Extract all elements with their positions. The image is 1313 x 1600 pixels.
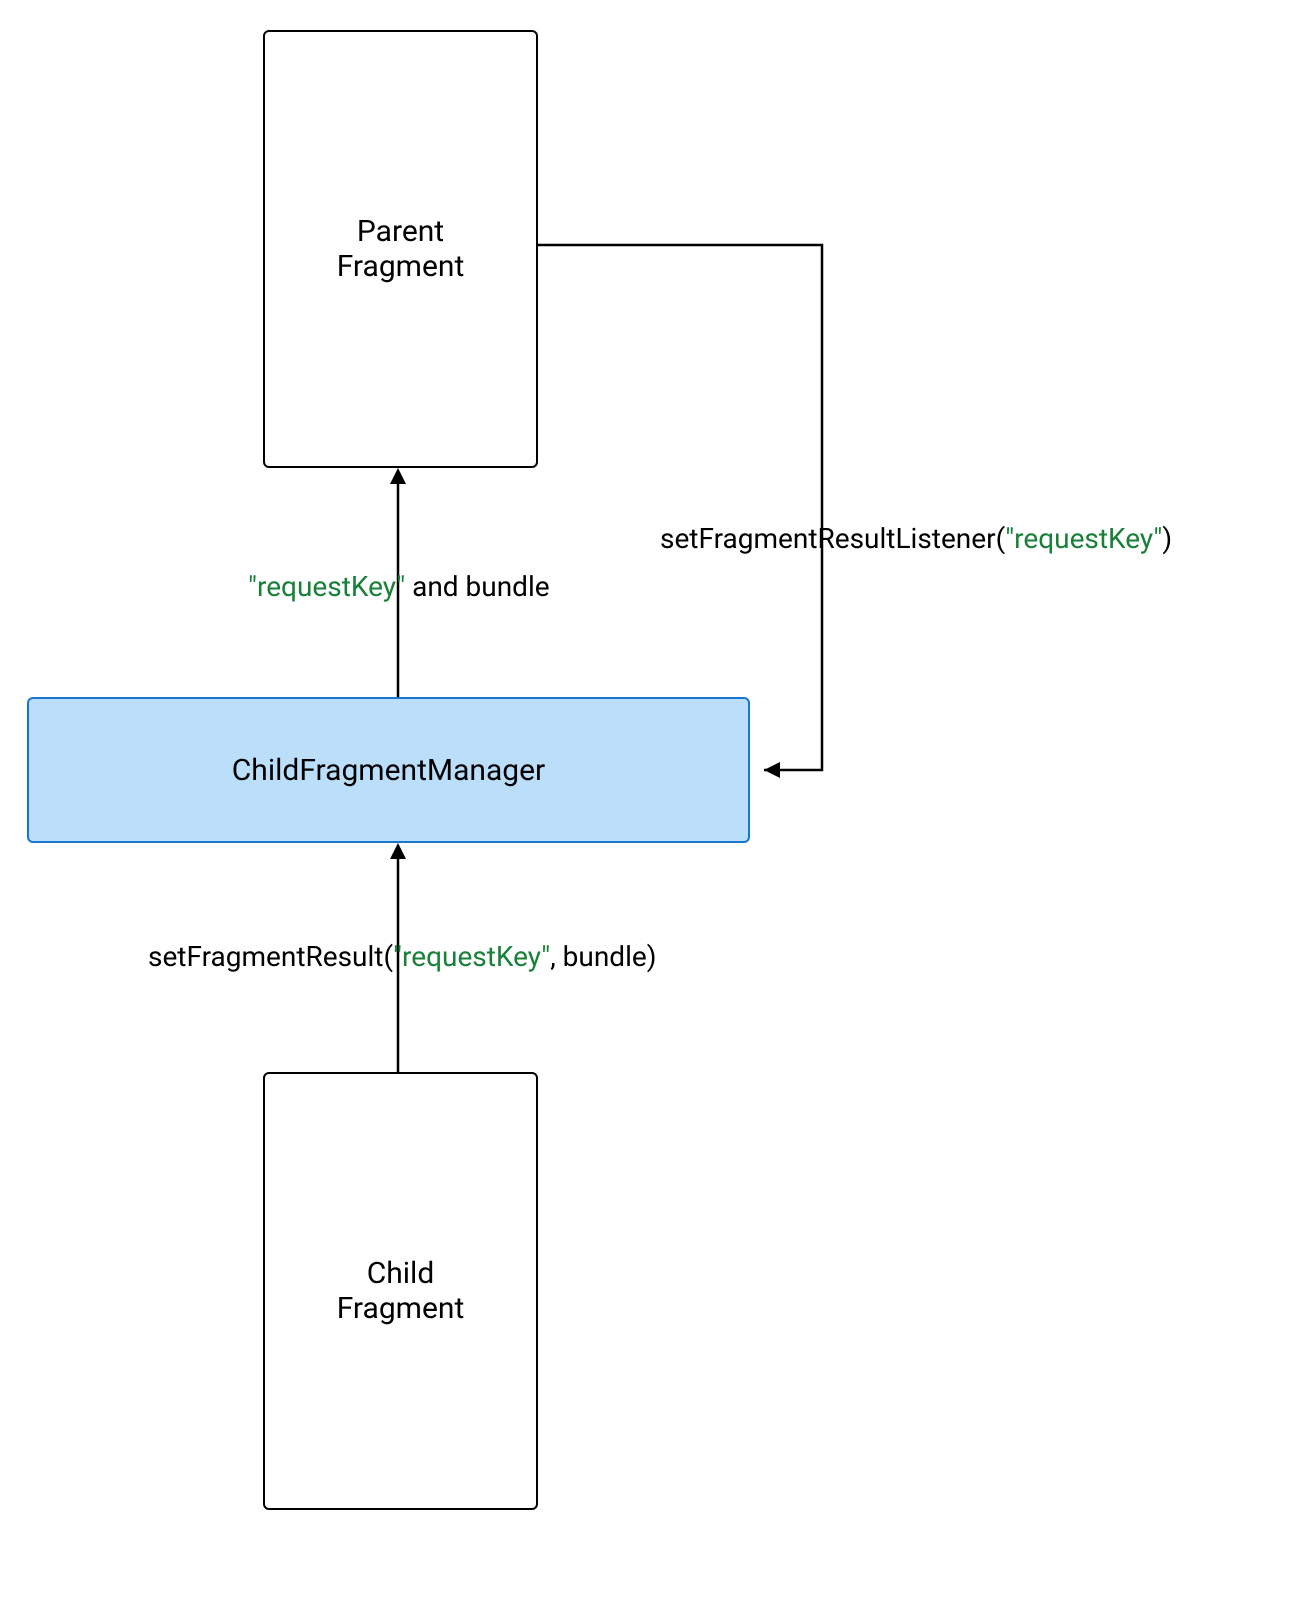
to-parent-suffix: and bundle	[405, 570, 549, 603]
listener-key: "requestKey"	[1005, 522, 1162, 555]
arrow-parent-to-manager	[538, 245, 822, 770]
set-result-label: setFragmentResult("requestKey", bundle)	[148, 940, 657, 973]
to-parent-label: "requestKey" and bundle	[248, 570, 550, 603]
child-fragment-manager-box: ChildFragmentManager	[27, 697, 750, 843]
set-result-key: "requestKey"	[393, 940, 550, 973]
child-fragment-manager-label: ChildFragmentManager	[232, 753, 545, 788]
child-fragment-box: Child Fragment	[263, 1072, 538, 1510]
set-result-prefix: setFragmentResult(	[148, 940, 393, 973]
arrowhead-manager-to-parent	[390, 468, 406, 484]
set-result-suffix: , bundle)	[550, 940, 656, 973]
child-fragment-line2: Fragment	[337, 1291, 465, 1326]
listener-prefix: setFragmentResultListener(	[660, 522, 1005, 555]
to-parent-key: "requestKey"	[248, 570, 405, 603]
parent-fragment-label: Parent Fragment	[337, 214, 465, 284]
listener-suffix: )	[1162, 522, 1172, 555]
parent-fragment-line2: Fragment	[337, 249, 465, 284]
parent-fragment-line1: Parent	[357, 214, 444, 249]
child-fragment-label: Child Fragment	[337, 1256, 465, 1326]
arrowhead-child-to-manager	[390, 843, 406, 859]
arrowhead-parent-to-manager	[764, 762, 780, 778]
child-fragment-line1: Child	[367, 1256, 435, 1291]
parent-fragment-box: Parent Fragment	[263, 30, 538, 468]
listener-label: setFragmentResultListener("requestKey")	[660, 522, 1172, 555]
